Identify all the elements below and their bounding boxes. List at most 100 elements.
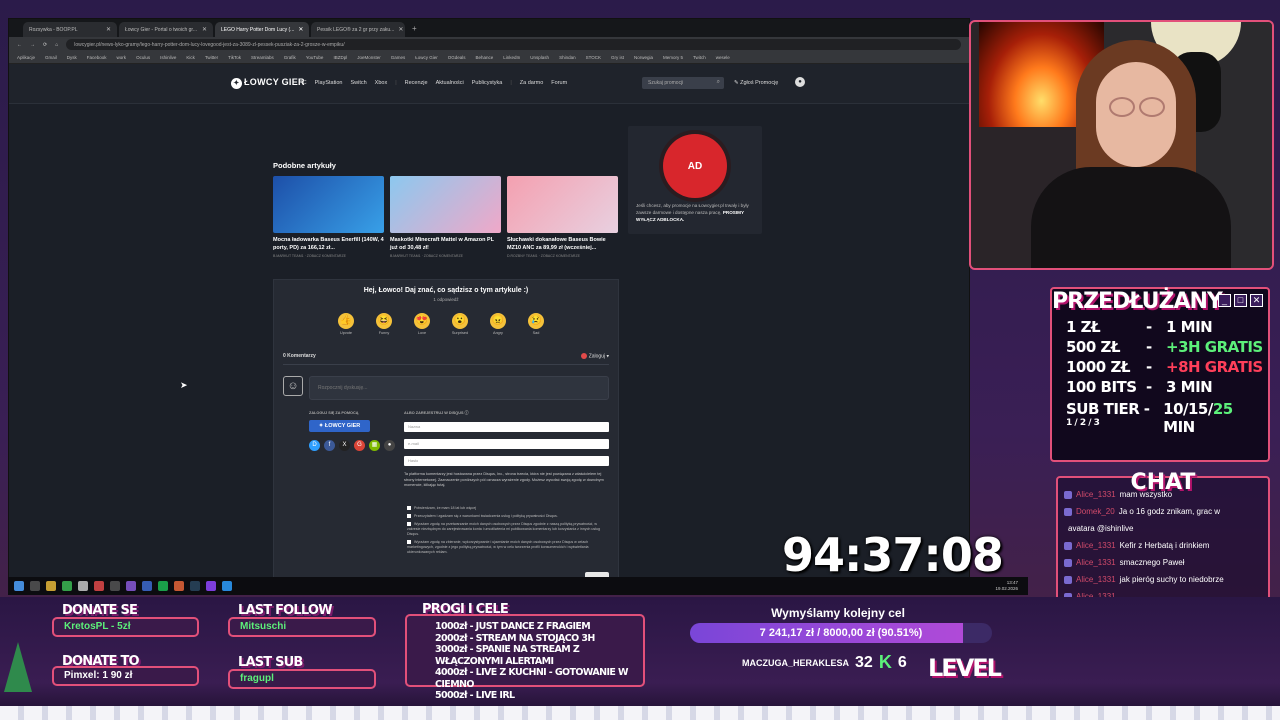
app-icon[interactable] xyxy=(158,581,168,591)
close-icon[interactable]: ✕ xyxy=(202,26,207,33)
report-promo-link[interactable]: ✎ Zgłoś Promocję xyxy=(734,80,778,86)
bookmark-item[interactable]: Dysk xyxy=(67,55,77,60)
article-card[interactable]: Mocna ładowarka Baseus Enerfill (140W, 4… xyxy=(273,176,384,258)
browser-tab[interactable]: Pessik LEGO® za 2 gr przy zaku... ✕ xyxy=(311,22,405,37)
consent-checkbox[interactable]: Potwierdzam, że mam 18 lat lub więcej xyxy=(407,506,607,511)
browser-tab[interactable]: Łowcy Gier - Portal o twoich gr... ✕ xyxy=(119,22,213,37)
app-icon[interactable] xyxy=(174,581,184,591)
reaction-button[interactable]: 👍 Upvote xyxy=(334,313,358,335)
chat-username[interactable]: Alice_1331 xyxy=(1076,558,1116,567)
bookmark-item[interactable]: IBZDpl xyxy=(333,55,347,60)
bookmark-item[interactable]: Gmail xyxy=(45,55,57,60)
article-thumbnail[interactable] xyxy=(390,176,501,233)
app-icon[interactable] xyxy=(94,581,104,591)
url-field[interactable]: lowcygier.pl/news-lyko-gramy/lego-harry-… xyxy=(66,39,961,50)
app-icon[interactable] xyxy=(142,581,152,591)
reaction-button[interactable]: 😆 Funny xyxy=(372,313,396,335)
article-card[interactable]: Słuchawki dokanałowe Baseus Bowie MZ10 A… xyxy=(507,176,618,258)
close-icon[interactable]: ✕ xyxy=(106,26,111,33)
forward-icon[interactable]: → xyxy=(30,42,35,48)
close-icon[interactable]: ✕ xyxy=(398,26,403,33)
facebook-icon[interactable]: f xyxy=(324,440,335,451)
bookmark-item[interactable]: Memory 5 xyxy=(663,55,683,60)
explorer-icon[interactable] xyxy=(46,581,56,591)
consent-checkbox[interactable]: Wyrażam zgodę na przetwarzanie moich dan… xyxy=(407,522,607,537)
bookmark-item[interactable]: Twitch xyxy=(693,55,706,60)
help-icon[interactable]: ⓘ xyxy=(465,411,469,415)
bookmark-item[interactable]: wesele xyxy=(716,55,730,60)
chat-username[interactable]: Alice_1331 xyxy=(1076,575,1116,584)
chat-username[interactable]: Domek_20 xyxy=(1076,507,1115,516)
article-title[interactable]: Słuchawki dokanałowe Baseus Bowie MZ10 A… xyxy=(507,236,618,252)
reaction-button[interactable]: 😍 Love xyxy=(410,313,434,335)
bookmark-item[interactable]: work xyxy=(117,55,127,60)
password-field[interactable]: Hasło xyxy=(404,456,609,466)
nav-link[interactable]: Forum xyxy=(551,80,567,86)
site-search-input[interactable]: Szukaj promocji ⌕ xyxy=(642,77,724,89)
search-icon[interactable]: ⌕ xyxy=(717,79,720,86)
nav-link[interactable]: PC xyxy=(299,80,307,86)
disqus-login-icon[interactable]: D xyxy=(309,440,320,451)
email-field[interactable]: e-mail xyxy=(404,439,609,449)
bookmark-item[interactable]: Łowcy Gier xyxy=(415,55,438,60)
chrome-icon[interactable] xyxy=(62,581,72,591)
user-icon[interactable]: ● xyxy=(795,77,805,87)
nav-link[interactable]: Za darmo xyxy=(520,80,544,86)
site-logo[interactable]: ✦ ŁOWCY GIER xyxy=(231,77,305,89)
nav-link[interactable]: Xbox xyxy=(375,80,388,86)
login-menu[interactable]: Zaloguj ▾ xyxy=(580,353,609,359)
reload-icon[interactable]: ⟳ xyxy=(43,42,47,48)
home-icon[interactable]: ⌂ xyxy=(55,42,58,48)
bookmark-item[interactable]: YouTube xyxy=(306,55,324,60)
microsoft-icon[interactable]: ▦ xyxy=(369,440,380,451)
x-icon[interactable]: X xyxy=(339,440,350,451)
app-icon[interactable] xyxy=(206,581,216,591)
reaction-button[interactable]: 😢 Sad xyxy=(524,313,548,335)
bookmark-item[interactable]: Unsplash xyxy=(530,55,549,60)
bookmark-item[interactable]: Oculus xyxy=(136,55,150,60)
bookmark-item[interactable]: Behance xyxy=(476,55,494,60)
bookmark-item[interactable]: OGdeals xyxy=(448,55,466,60)
consent-checkbox[interactable]: Wyrażam zgodę na zbieranie, wykorzystywa… xyxy=(407,540,607,555)
bookmark-item[interactable]: Gry ist xyxy=(611,55,624,60)
back-icon[interactable]: ← xyxy=(17,42,22,48)
reaction-button[interactable]: 😮 Surprised xyxy=(448,313,472,335)
search-icon[interactable] xyxy=(30,581,40,591)
bookmark-item[interactable]: Grafik xyxy=(284,55,296,60)
login-lowcy-button[interactable]: ✦ ŁOWCY GIER xyxy=(309,420,370,432)
app-icon[interactable] xyxy=(78,581,88,591)
new-tab-button[interactable]: + xyxy=(407,24,422,33)
app-icon[interactable] xyxy=(126,581,136,591)
comment-input[interactable]: Rozpocznij dyskusję... xyxy=(309,376,609,400)
nav-link[interactable]: Switch xyxy=(350,80,366,86)
app-icon[interactable] xyxy=(222,581,232,591)
nav-link[interactable]: PlayStation xyxy=(315,80,343,86)
steam-icon[interactable] xyxy=(190,581,200,591)
windows-start-icon[interactable] xyxy=(14,581,24,591)
browser-tab-active[interactable]: LEGO Harry Potter Dom Lucy (... ✕ xyxy=(215,22,309,37)
bookmark-item[interactable]: STOCK xyxy=(586,55,601,60)
consent-checkbox[interactable]: Przeczytałem i zgadzam się z warunkami ś… xyxy=(407,514,607,519)
article-thumbnail[interactable] xyxy=(507,176,618,233)
google-icon[interactable]: G xyxy=(354,440,365,451)
browser-tab[interactable]: Rozsywka - BOOP.PL ✕ xyxy=(23,22,117,37)
bookmark-item[interactable]: Streamlabs xyxy=(251,55,274,60)
name-field[interactable]: Nazwa xyxy=(404,422,609,432)
bookmark-item[interactable]: Shindan xyxy=(559,55,576,60)
bookmark-item[interactable]: Twitter xyxy=(205,55,218,60)
bookmark-item[interactable]: Aplikacje xyxy=(17,55,35,60)
chat-username[interactable]: Alice_1331 xyxy=(1076,541,1116,550)
reaction-button[interactable]: 😠 Angry xyxy=(486,313,510,335)
bookmark-item[interactable]: TikTok xyxy=(228,55,241,60)
article-card[interactable]: Maskotki Minecraft Mattel w Amazon PL ju… xyxy=(390,176,501,258)
close-icon[interactable]: ✕ xyxy=(298,26,303,33)
nav-link[interactable]: Publicystyka xyxy=(472,80,503,86)
bookmark-item[interactable]: LinkedIn xyxy=(503,55,520,60)
bookmark-item[interactable]: JoeMonster xyxy=(357,55,381,60)
apple-icon[interactable]: ● xyxy=(384,440,395,451)
bookmark-item[interactable]: Kick xyxy=(186,55,195,60)
nav-link[interactable]: Recenzje xyxy=(405,80,428,86)
bookmark-item[interactable]: Games xyxy=(391,55,406,60)
article-title[interactable]: Mocna ładowarka Baseus Enerfill (140W, 4… xyxy=(273,236,384,252)
chat-username[interactable]: Alice_1331 xyxy=(1076,490,1116,499)
